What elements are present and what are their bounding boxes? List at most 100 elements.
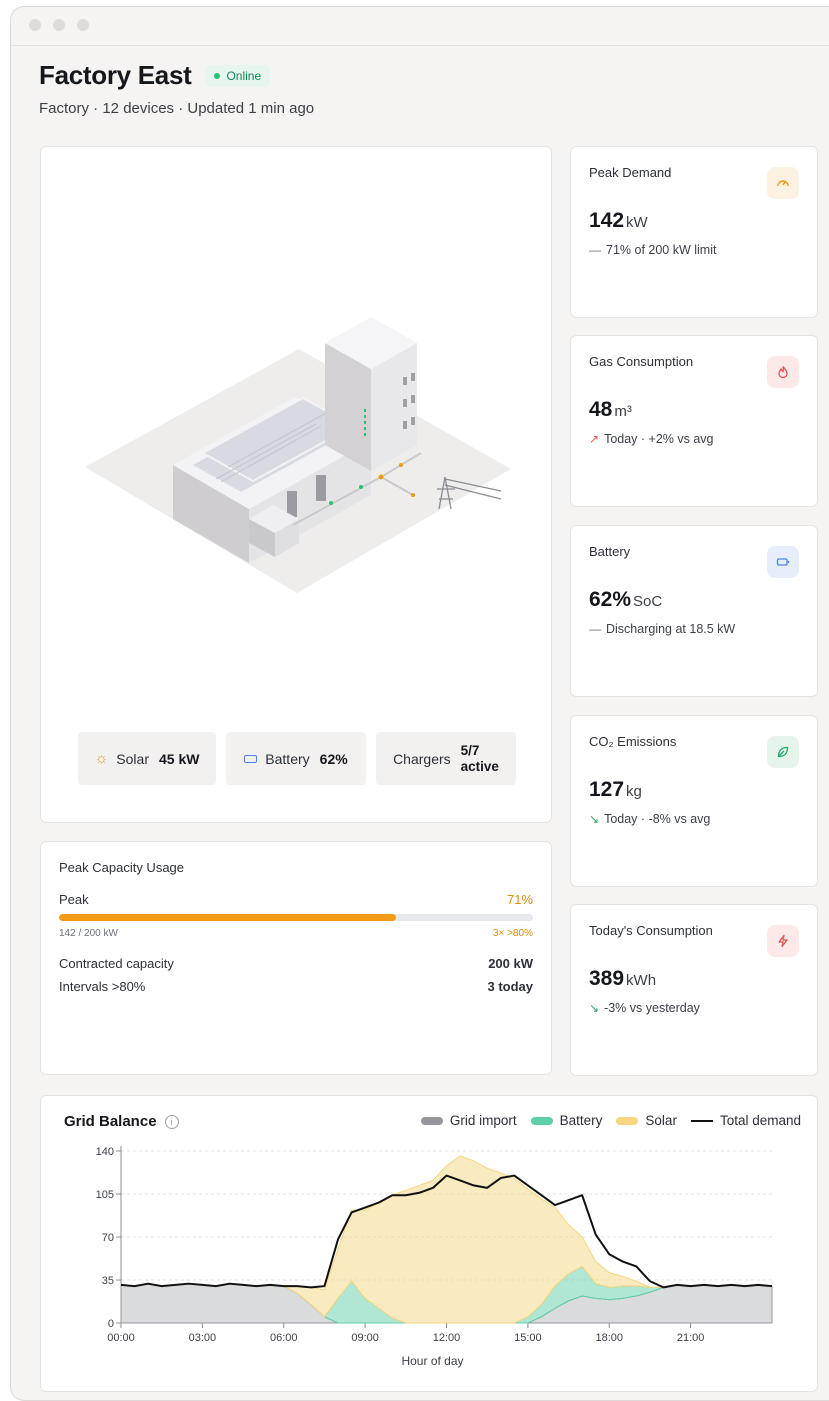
kpi-card-battery[interactable]: Battery 62% SoC — Discharging at 18.5 kW — [570, 525, 818, 697]
kpi-title: Battery — [589, 544, 631, 559]
kpi-value: 142 kW — [589, 209, 648, 233]
title-bar — [11, 7, 829, 46]
window-maximize-button[interactable] — [77, 19, 89, 31]
kpi-note: ↘ Today · -8% vs avg — [589, 812, 710, 826]
app-window: Factory East Online Factory · 12 devices… — [10, 6, 829, 1401]
chip-battery-label: Battery — [265, 750, 310, 767]
kpi-title: Peak Demand — [589, 165, 672, 180]
y-tick-label: 70 — [102, 1232, 114, 1244]
battery-icon — [767, 546, 799, 578]
kpi-title: Today's Consumption — [589, 923, 713, 938]
kpi-card-gas-consumption[interactable]: Gas Consumption 48 m³ ↗ Today · +2% vs avg — [570, 335, 818, 507]
grid-balance-card: Grid Balance i Grid import Battery Solar… — [40, 1095, 818, 1392]
chip-chargers-label: Chargers — [393, 750, 451, 767]
x-tick-label: 21:00 — [677, 1332, 705, 1344]
x-axis-label: Hour of day — [401, 1354, 463, 1368]
intervals-value: 3 today — [487, 979, 533, 994]
trend-down-icon: ↘ — [589, 812, 600, 826]
chip-battery-value: 62% — [319, 750, 348, 767]
kpi-unit: kg — [626, 783, 642, 800]
intervals-badge: 3× >80% — [492, 928, 533, 939]
trend-down-icon: ↘ — [589, 1001, 600, 1015]
page-header: Factory East Online Factory · 12 devices… — [39, 60, 314, 117]
trend-flat-icon: — — [589, 243, 601, 257]
intervals-row: Intervals >80% 3 today — [59, 979, 533, 994]
peak-label: Peak — [59, 892, 89, 907]
status-badge-label: Online — [226, 68, 262, 83]
page-subtitle: Factory · 12 devices · Updated 1 min ago — [39, 100, 315, 117]
peak-usage-row: 142 / 200 kW 3× >80% — [59, 928, 533, 939]
kpi-card-peak-demand[interactable]: Peak Demand 142 kW — 71% of 200 kW limit — [570, 146, 818, 318]
leaf-icon — [767, 736, 799, 768]
x-tick-label: 00:00 — [107, 1332, 135, 1344]
chip-solar: ☼ Solar 45 kW — [78, 732, 216, 785]
peak-usage-text: 142 / 200 kW — [59, 928, 118, 939]
gauge-icon — [767, 167, 799, 199]
kpi-note-text: Discharging at 18.5 kW — [606, 622, 736, 636]
kpi-card-co2-emissions[interactable]: CO₂ Emissions 127 kg ↘ Today · -8% vs avg — [570, 715, 818, 887]
chip-chargers-value-status: active — [460, 758, 499, 774]
battery-icon — [244, 754, 258, 763]
kpi-note: ↘ -3% vs yesterday — [589, 1001, 700, 1015]
sun-icon: ☼ — [94, 750, 109, 767]
y-tick-label: 140 — [96, 1146, 114, 1158]
kpi-value: 48 m³ — [589, 398, 632, 422]
kpi-note-text: 71% of 200 kW limit — [606, 243, 717, 257]
contracted-row: Contracted capacity 200 kW — [59, 956, 533, 971]
kpi-value: 389 kWh — [589, 967, 656, 991]
x-tick-label: 09:00 — [351, 1332, 379, 1344]
kpi-note: — 71% of 200 kW limit — [589, 243, 716, 257]
kpi-note-text: Today · -8% vs avg — [604, 812, 711, 826]
chip-chargers: Chargers 5/7 active — [376, 732, 516, 785]
kpi-unit: kWh — [626, 972, 657, 989]
kpi-number: 389 — [589, 967, 625, 990]
kpi-unit: kW — [626, 214, 648, 231]
y-tick-label: 0 — [108, 1318, 114, 1330]
factory-illustration — [85, 317, 511, 593]
kpi-number: 142 — [589, 209, 625, 232]
kpi-note: ↗ Today · +2% vs avg — [589, 432, 714, 446]
kpi-note-text: Today · +2% vs avg — [604, 432, 714, 446]
x-tick-label: 18:00 — [595, 1332, 623, 1344]
chip-solar-label: Solar — [116, 750, 149, 767]
kpi-unit: SoC — [633, 593, 663, 610]
x-tick-label: 15:00 — [514, 1332, 542, 1344]
y-tick-label: 105 — [96, 1189, 114, 1201]
status-badge: Online — [205, 64, 271, 87]
page-title: Factory East — [39, 60, 192, 90]
peak-progress-bar — [59, 914, 533, 921]
peak-percent: 71% — [506, 892, 533, 907]
kpi-note: — Discharging at 18.5 kW — [589, 622, 735, 636]
intervals-label: Intervals >80% — [59, 979, 146, 994]
x-tick-label: 03:00 — [189, 1332, 217, 1344]
kpi-value: 127 kg — [589, 778, 642, 802]
kpi-title: Gas Consumption — [589, 354, 694, 369]
trend-flat-icon: — — [589, 622, 601, 636]
peak-capacity-title: Peak Capacity Usage — [59, 860, 185, 875]
grid-balance-chart: 0 35 70 105 140 00:00 03:00 06:00 09:00 12:00 15:0… — [96, 1146, 773, 1368]
site-illustration-card: ☼ Solar 45 kW Battery 62% Chargers 5/7 a… — [40, 146, 552, 823]
kpi-note-text: -3% vs yesterday — [604, 1001, 700, 1015]
chip-battery: Battery 62% — [226, 732, 366, 785]
status-dot-icon — [214, 72, 221, 79]
kpi-number: 62% — [589, 588, 632, 611]
kpi-number: 48 — [589, 398, 613, 421]
y-tick-label: 35 — [102, 1275, 114, 1287]
kpi-value: 62% SoC — [589, 588, 662, 612]
kpi-title: CO₂ Emissions — [589, 734, 677, 749]
chip-solar-value: 45 kW — [158, 750, 200, 767]
peak-progress-fill — [59, 914, 396, 921]
window-minimize-button[interactable] — [53, 19, 65, 31]
contracted-value: 200 kW — [488, 956, 533, 971]
chip-chargers-value-count: 5/7 — [460, 742, 480, 758]
flame-icon — [767, 356, 799, 388]
chip-chargers-value: 5/7 active — [461, 743, 499, 775]
x-tick-label: 12:00 — [433, 1332, 461, 1344]
peak-row: Peak 71% — [59, 892, 533, 907]
kpi-unit: m³ — [614, 403, 632, 420]
trend-up-icon: ↗ — [589, 432, 600, 446]
x-tick-label: 06:00 — [270, 1332, 298, 1344]
window-close-button[interactable] — [29, 19, 41, 31]
contracted-label: Contracted capacity — [59, 956, 174, 971]
kpi-card-todays-consumption[interactable]: Today's Consumption 389 kWh ↘ -3% vs yeste… — [570, 904, 818, 1076]
